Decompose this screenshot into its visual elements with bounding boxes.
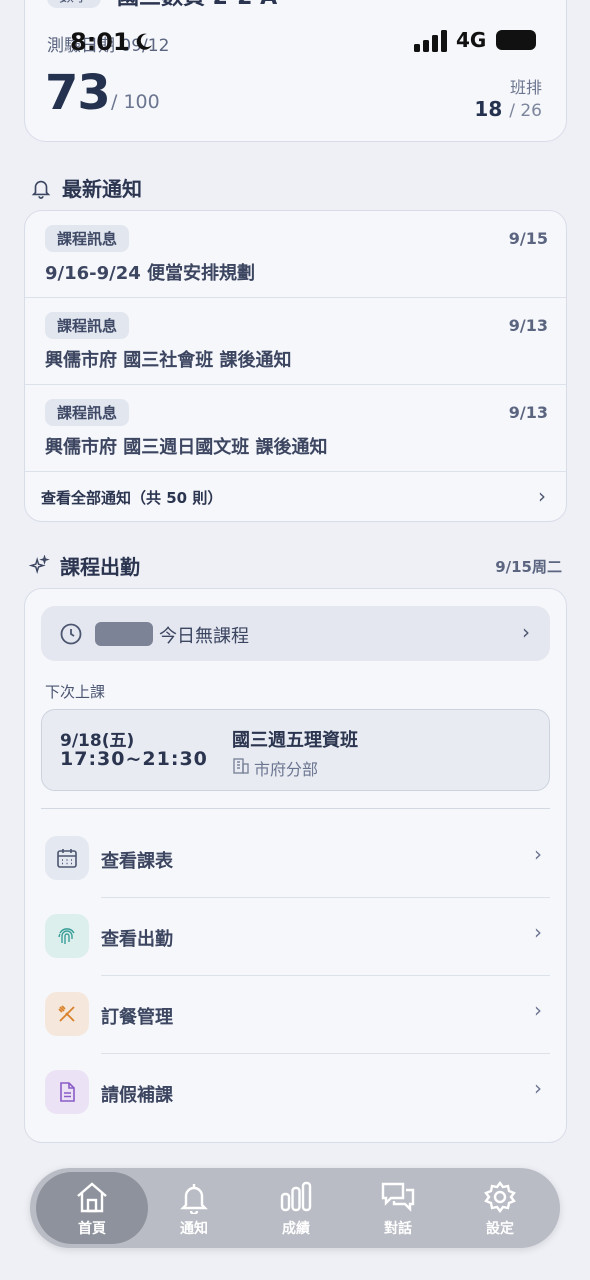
fingerprint-icon <box>45 914 89 958</box>
tab-home[interactable]: 首頁 <box>36 1172 148 1244</box>
document-icon <box>45 1070 89 1114</box>
tab-label: 設定 <box>486 1221 514 1237</box>
next-class-time: 17:30~21:30 <box>60 748 208 770</box>
chevron-right-icon: › <box>534 1076 542 1100</box>
view-all-notices-link[interactable]: 查看全部通知（共 50 則） › <box>25 472 566 521</box>
today-course-row[interactable]: 今日無課程 › <box>41 606 550 661</box>
clock-icon <box>60 623 82 645</box>
notice-date: 9/13 <box>508 403 548 422</box>
today-status: 今日無課程 <box>159 626 249 647</box>
next-class-name: 國三週五理資班 <box>232 730 358 751</box>
rank-number: 18 <box>474 97 503 121</box>
signal-icon <box>414 30 447 52</box>
notice-tag: 課程訊息 <box>45 225 130 252</box>
divider <box>41 808 550 809</box>
tab-settings[interactable]: 設定 <box>448 1168 552 1248</box>
building-icon <box>233 758 249 774</box>
chevron-right-icon: › <box>534 842 542 866</box>
home-icon <box>77 1182 107 1213</box>
tab-label: 首頁 <box>78 1221 106 1237</box>
notice-title: 9/16-9/24 便當安排規劃 <box>45 263 256 284</box>
network-type: 4G <box>456 28 487 52</box>
tab-grades[interactable]: 成績 <box>244 1168 348 1248</box>
chevron-right-icon: › <box>533 0 540 4</box>
notice-item[interactable]: 課程訊息 9/13 興儒市府 國三週日國文班 課後通知 <box>25 385 566 472</box>
chat-icon <box>381 1182 415 1212</box>
notice-tag: 課程訊息 <box>45 312 130 339</box>
menu-view-schedule[interactable]: 查看課表 › <box>25 820 566 898</box>
rank-value: 18 / 26 <box>474 97 542 121</box>
course-title: 國三數資 2-2 A <box>117 0 277 11</box>
attendance-header: 課程出勤 <box>28 551 140 580</box>
chevron-right-icon: › <box>534 920 542 944</box>
chevron-right-icon: › <box>534 998 542 1022</box>
menu-meal-ordering[interactable]: 訂餐管理 › <box>25 976 566 1054</box>
notices-header-label: 最新通知 <box>62 177 142 201</box>
bottom-tab-bar: 首頁 通知 成績 對話 設定 <box>30 1168 560 1248</box>
notices-header: 最新通知 <box>30 173 142 202</box>
status-time: 8:01 <box>70 28 130 56</box>
rank-total: / 26 <box>509 101 542 121</box>
battery-icon <box>496 30 536 50</box>
bar-chart-icon <box>280 1181 312 1212</box>
notices-card: 課程訊息 9/15 9/16-9/24 便當安排規劃 課程訊息 9/13 興儒市… <box>24 210 567 522</box>
tab-notifications[interactable]: 通知 <box>142 1168 246 1248</box>
menu-view-attendance[interactable]: 查看出勤 › <box>25 898 566 976</box>
chevron-right-icon: › <box>522 620 530 644</box>
calendar-icon <box>45 836 89 880</box>
notice-date: 9/15 <box>508 229 548 248</box>
chevron-right-icon: › <box>538 484 546 508</box>
next-class-label: 下次上課 <box>45 683 106 701</box>
score-card[interactable]: 數學 國三數資 2-2 A › 測驗日期 09/12 73 / 100 班排 1… <box>24 0 567 142</box>
tab-label: 對話 <box>384 1221 412 1237</box>
notice-title: 興儒市府 國三社會班 課後通知 <box>45 350 292 371</box>
moon-icon <box>136 33 152 50</box>
view-all-notices-label: 查看全部通知（共 50 則） <box>41 489 223 507</box>
menu-label: 請假補課 <box>101 1085 173 1106</box>
subject-badge: 數學 <box>47 0 102 8</box>
menu-label: 查看出勤 <box>101 929 173 950</box>
menu-label: 訂餐管理 <box>101 1007 173 1028</box>
notice-tag: 課程訊息 <box>45 399 130 426</box>
attendance-card: 今日無課程 › 下次上課 9/18(五) 17:30~21:30 國三週五理資班… <box>24 588 567 1143</box>
attendance-date: 9/15周二 <box>495 558 562 576</box>
utensils-icon <box>45 992 89 1036</box>
score-total: / 100 <box>111 91 160 113</box>
notice-item[interactable]: 課程訊息 9/13 興儒市府 國三社會班 課後通知 <box>25 298 566 385</box>
gear-icon <box>484 1181 516 1213</box>
rank-label: 班排 <box>509 78 542 97</box>
redacted-name <box>95 622 153 646</box>
bell-icon <box>180 1184 208 1214</box>
tab-chat[interactable]: 對話 <box>346 1168 450 1248</box>
menu-leave-makeup[interactable]: 請假補課 › <box>25 1054 566 1132</box>
tab-label: 成績 <box>282 1221 310 1237</box>
tab-label: 通知 <box>180 1221 208 1237</box>
notice-title: 興儒市府 國三週日國文班 課後通知 <box>45 437 328 458</box>
notice-item[interactable]: 課程訊息 9/15 9/16-9/24 便當安排規劃 <box>25 211 566 298</box>
sparkles-icon <box>28 555 50 575</box>
next-class-card[interactable]: 9/18(五) 17:30~21:30 國三週五理資班 市府分部 <box>41 709 550 791</box>
notice-date: 9/13 <box>508 316 548 335</box>
attendance-header-label: 課程出勤 <box>60 555 140 579</box>
menu-label: 查看課表 <box>101 851 173 872</box>
score-value: 73 <box>45 65 111 121</box>
next-class-branch: 市府分部 <box>254 760 319 779</box>
bell-icon <box>31 180 51 199</box>
